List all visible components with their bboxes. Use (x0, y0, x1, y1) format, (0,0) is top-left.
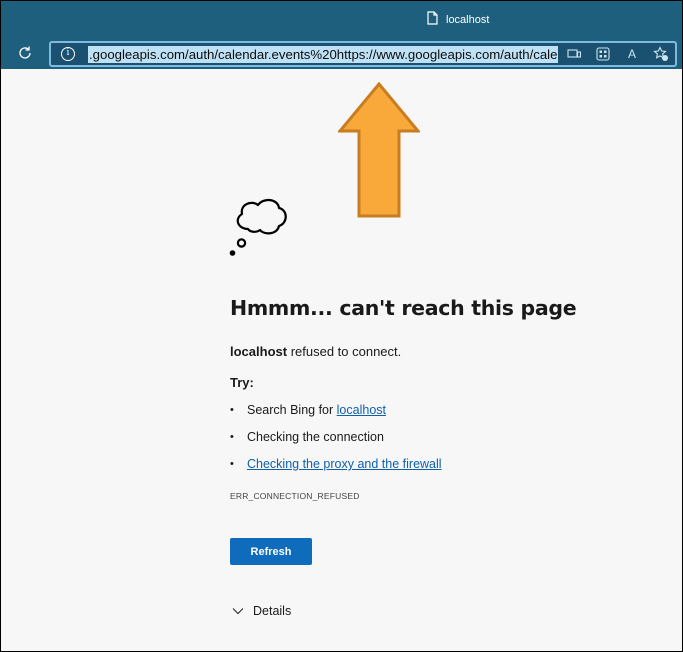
address-bar-actions: A (566, 46, 669, 62)
address-bar[interactable]: i .googleapis.com/auth/calendar.events%2… (49, 41, 677, 67)
error-page: Hmmm... can't reach this page localhost … (1, 69, 682, 651)
proxy-firewall-link[interactable]: Checking the proxy and the firewall (247, 457, 442, 471)
host-name: localhost (230, 344, 288, 359)
info-icon[interactable]: i (61, 47, 75, 61)
thought-cloud-icon (226, 193, 292, 262)
bullet: • (230, 431, 234, 443)
up-arrow-icon (336, 81, 422, 223)
details-toggle[interactable]: Details (232, 604, 291, 618)
bullet: • (230, 458, 234, 470)
suggestion-proxy: • Checking the proxy and the firewall (230, 457, 442, 484)
refused-message: localhost refused to connect. (230, 344, 401, 359)
details-label: Details (253, 604, 292, 618)
suggestion-list: • Search Bing for localhost • Checking t… (230, 403, 442, 484)
refused-text: refused to connect. (287, 344, 402, 359)
try-label: Try: (230, 375, 254, 390)
browser-window: localhost i .googleapis.com/auth/calenda… (1, 1, 682, 651)
add-favorite-icon[interactable] (653, 46, 669, 62)
active-tab[interactable]: localhost (427, 11, 489, 28)
screen-cast-icon[interactable] (566, 46, 582, 62)
bullet: • (230, 404, 234, 416)
title-bar: localhost (1, 1, 682, 37)
suggestion-text: Search Bing for (247, 403, 334, 417)
read-aloud-glyph: A (627, 47, 636, 61)
toolbar: i .googleapis.com/auth/calendar.events%2… (1, 37, 682, 69)
error-headline: Hmmm... can't reach this page (230, 296, 577, 320)
chevron-down-icon (232, 604, 244, 618)
tab-title: localhost (446, 13, 490, 26)
page-icon (427, 11, 438, 28)
apps-grid-icon[interactable] (595, 46, 611, 62)
suggestion-bing: • Search Bing for localhost (230, 403, 442, 430)
reload-icon[interactable] (14, 42, 36, 64)
error-code: ERR_CONNECTION_REFUSED (230, 491, 360, 501)
suggestion-connection: • Checking the connection (230, 430, 442, 457)
suggestion-text: Checking the connection (247, 430, 384, 444)
bing-search-link[interactable]: localhost (337, 403, 386, 417)
read-aloud-icon[interactable]: A (624, 46, 640, 62)
url-field[interactable]: .googleapis.com/auth/calendar.events%20h… (88, 46, 558, 63)
refresh-button[interactable]: Refresh (230, 538, 312, 565)
